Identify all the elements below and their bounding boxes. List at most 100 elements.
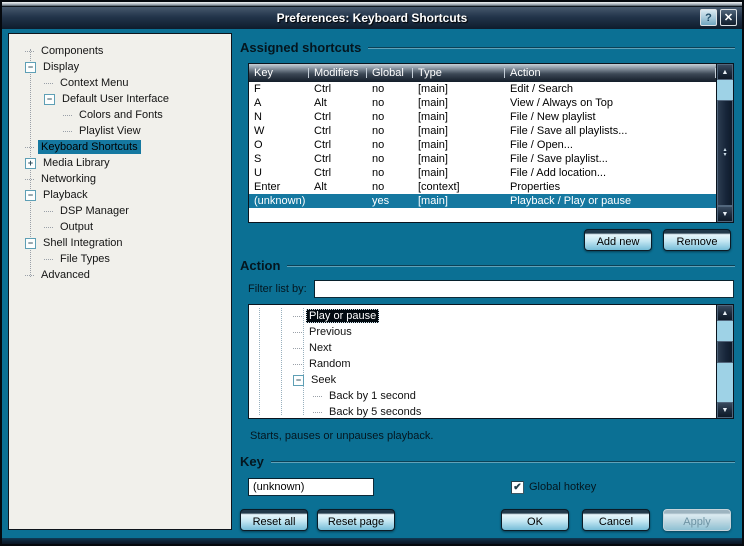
close-button[interactable]: ✕ xyxy=(720,9,737,26)
table-scrollbar[interactable]: ▲ ▴ ▾ ▼ xyxy=(716,64,733,222)
cancel-button[interactable]: Cancel xyxy=(582,509,650,531)
scrollbar-thumb[interactable]: ▴ ▾ xyxy=(717,100,733,206)
table-row[interactable]: SCtrlno[main]File / Save playlist... xyxy=(249,152,716,166)
action-section-title: Action xyxy=(240,258,280,273)
tree-connector xyxy=(293,348,302,349)
tree-connector xyxy=(293,332,302,333)
arrow-down-icon: ▼ xyxy=(722,407,729,414)
table-row[interactable]: WCtrlno[main]File / Save all playlists..… xyxy=(249,124,716,138)
table-row[interactable]: UCtrlno[main]File / Add location... xyxy=(249,166,716,180)
table-row[interactable]: AAltno[main]View / Always on Top xyxy=(249,96,716,110)
action-list-scrollbar[interactable]: ▲ ▼ xyxy=(716,305,733,418)
global-hotkey-checkbox[interactable]: ✔ xyxy=(511,481,524,494)
scrollbar-track[interactable] xyxy=(717,363,733,402)
collapse-icon[interactable]: − xyxy=(293,375,304,386)
collapse-icon[interactable]: − xyxy=(44,94,55,105)
reset-all-button[interactable]: Reset all xyxy=(240,509,308,531)
sidebar-item-advanced[interactable]: Advanced xyxy=(13,267,227,283)
sidebar-item-label: Keyboard Shortcuts xyxy=(38,140,141,154)
sidebar-item-context-menu[interactable]: Context Menu xyxy=(13,75,227,91)
action-item-back-by-5-seconds[interactable]: Back by 5 seconds xyxy=(249,404,716,418)
action-list[interactable]: Play or pausePreviousNextRandom−SeekBack… xyxy=(248,304,734,419)
sidebar-item-label: Default User Interface xyxy=(59,92,172,106)
scroll-down-button[interactable]: ▼ xyxy=(717,206,733,222)
window-title: Preferences: Keyboard Shortcuts xyxy=(6,11,738,25)
table-cell: O xyxy=(249,139,309,151)
sidebar-item-playback[interactable]: −Playback xyxy=(13,187,227,203)
sidebar-item-networking[interactable]: Networking xyxy=(13,171,227,187)
tree-connector xyxy=(44,227,53,228)
column-header-type[interactable]: Type xyxy=(413,64,505,82)
table-row[interactable]: FCtrlno[main]Edit / Search xyxy=(249,82,716,96)
scroll-down-button[interactable]: ▼ xyxy=(717,402,733,418)
ok-button[interactable]: OK xyxy=(501,509,569,531)
arrow-down-icon: ▼ xyxy=(722,211,729,218)
table-cell: Ctrl xyxy=(309,153,367,165)
global-hotkey-label: Global hotkey xyxy=(529,481,596,493)
sidebar-item-colors-and-fonts[interactable]: Colors and Fonts xyxy=(13,107,227,123)
table-row[interactable]: EnterAltno[context]Properties xyxy=(249,180,716,194)
tree-connector xyxy=(313,396,322,397)
sidebar-item-file-types[interactable]: File Types xyxy=(13,251,227,267)
action-item-random[interactable]: Random xyxy=(249,356,716,372)
sidebar-item-keyboard-shortcuts[interactable]: Keyboard Shortcuts xyxy=(13,139,227,155)
tree-connector xyxy=(313,412,322,413)
action-item-play-or-pause[interactable]: Play or pause xyxy=(249,308,716,324)
sidebar-item-dsp-manager[interactable]: DSP Manager xyxy=(13,203,227,219)
table-row[interactable]: (unknown)yes[main]Playback / Play or pau… xyxy=(249,194,716,208)
sidebar-item-display[interactable]: −Display xyxy=(13,59,227,75)
column-header-global[interactable]: Global xyxy=(367,64,413,82)
title-bar[interactable]: Preferences: Keyboard Shortcuts ? ✕ xyxy=(2,7,742,29)
table-row[interactable]: OCtrlno[main]File / Open... xyxy=(249,138,716,152)
scroll-grip-icon: ▾ xyxy=(723,153,726,158)
scroll-up-button[interactable]: ▲ xyxy=(717,64,733,80)
action-item-previous[interactable]: Previous xyxy=(249,324,716,340)
table-cell: [main] xyxy=(413,167,505,179)
action-item-seek[interactable]: −Seek xyxy=(249,372,716,388)
help-button[interactable]: ? xyxy=(700,9,717,26)
table-cell: Enter xyxy=(249,181,309,193)
column-header-modifiers[interactable]: Modifiers xyxy=(309,64,367,82)
filter-input[interactable] xyxy=(314,280,734,298)
apply-button[interactable]: Apply xyxy=(663,509,731,531)
sidebar-item-default-user-interface[interactable]: −Default User Interface xyxy=(13,91,227,107)
sidebar-item-output[interactable]: Output xyxy=(13,219,227,235)
scrollbar-thumb[interactable] xyxy=(717,341,733,363)
table-header[interactable]: KeyModifiersGlobalTypeAction xyxy=(249,64,716,82)
column-header-action[interactable]: Action xyxy=(505,64,716,82)
collapse-icon[interactable]: − xyxy=(25,62,36,73)
add-new-button[interactable]: Add new xyxy=(584,229,652,251)
sidebar-item-label: Output xyxy=(57,220,96,234)
table-cell: W xyxy=(249,125,309,137)
table-row[interactable]: NCtrlno[main]File / New playlist xyxy=(249,110,716,124)
arrow-up-icon: ▲ xyxy=(722,69,729,76)
table-cell: A xyxy=(249,97,309,109)
action-item-next[interactable]: Next xyxy=(249,340,716,356)
help-icon: ? xyxy=(705,12,712,24)
sidebar-tree: Components−DisplayContext Menu−Default U… xyxy=(13,43,227,283)
sidebar-item-components[interactable]: Components xyxy=(13,43,227,59)
sidebar-item-shell-integration[interactable]: −Shell Integration xyxy=(13,235,227,251)
table-cell: Alt xyxy=(309,181,367,193)
table-cell: Ctrl xyxy=(309,125,367,137)
action-item-back-by-1-second[interactable]: Back by 1 second xyxy=(249,388,716,404)
sidebar-item-label: Networking xyxy=(38,172,99,186)
scroll-up-button[interactable]: ▲ xyxy=(717,305,733,321)
table-cell: no xyxy=(367,83,413,95)
tree-connector xyxy=(44,83,53,84)
action-description: Starts, pauses or unpauses playback. xyxy=(250,430,737,442)
expand-icon[interactable]: + xyxy=(25,158,36,169)
table-cell: File / Save all playlists... xyxy=(505,125,716,137)
collapse-icon[interactable]: − xyxy=(25,238,36,249)
assigned-shortcuts-table[interactable]: KeyModifiersGlobalTypeAction FCtrlno[mai… xyxy=(248,63,734,223)
sidebar-item-playlist-view[interactable]: Playlist View xyxy=(13,123,227,139)
table-cell: [main] xyxy=(413,195,505,207)
sidebar-item-media-library[interactable]: +Media Library xyxy=(13,155,227,171)
scrollbar-track[interactable] xyxy=(717,321,733,341)
remove-button[interactable]: Remove xyxy=(663,229,731,251)
reset-page-button[interactable]: Reset page xyxy=(317,509,395,531)
key-input[interactable] xyxy=(248,478,374,496)
scrollbar-track[interactable] xyxy=(717,80,733,100)
column-header-key[interactable]: Key xyxy=(249,64,309,82)
collapse-icon[interactable]: − xyxy=(25,190,36,201)
